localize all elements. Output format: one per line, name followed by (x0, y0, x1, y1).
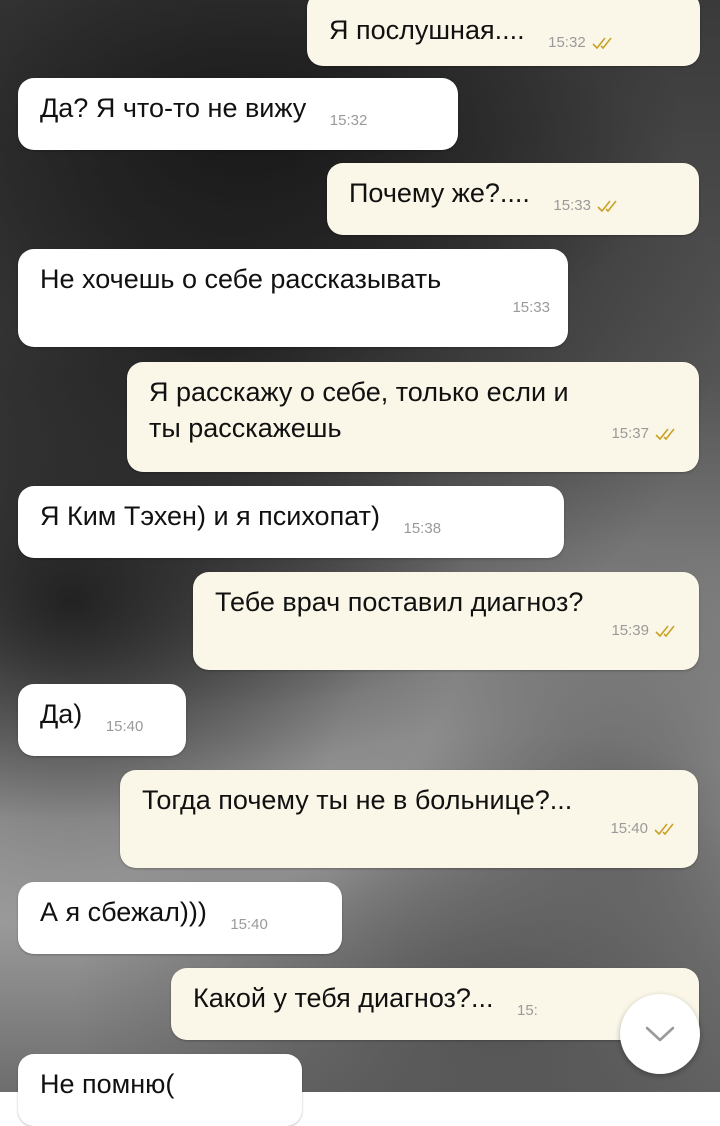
message-bubble-incoming[interactable]: Да? Я что-то не вижу 15:32 (18, 78, 458, 150)
double-check-icon (592, 37, 612, 50)
message-time: 15:40 (105, 718, 144, 735)
message-text: Я Ким Тэхен) и я психопат) (40, 501, 380, 531)
message-meta: 15:33 (553, 188, 623, 224)
message-meta: 15: (517, 993, 538, 1029)
message-meta: 15:40 (230, 907, 268, 943)
chevron-down-icon (645, 1026, 675, 1042)
message-time: 15:40 (230, 916, 268, 933)
double-check-icon (597, 200, 617, 213)
message-time: 15:38 (403, 520, 442, 537)
message-text: Почему же?.... (349, 178, 530, 208)
message-time: 15:32 (329, 112, 368, 129)
message-bubble-outgoing[interactable]: Почему же?.... 15:33 (327, 163, 699, 235)
message-row: Я расскажу о себе, только если и ты расс… (127, 362, 699, 472)
message-meta: 15:32 (548, 25, 618, 61)
message-row: Тебе врач поставил диагноз? 15:39 (193, 572, 699, 670)
message-row: Да? Я что-то не вижу 15:32 (18, 78, 458, 150)
message-text: Не помню( (40, 1069, 175, 1099)
message-text: Тебе врач поставил диагноз? (215, 587, 584, 617)
message-meta: 15:32 (330, 103, 368, 139)
message-list[interactable]: Я послушная.... 15:32 Да? Я что-то не ви… (0, 0, 720, 1126)
double-check-icon (655, 625, 675, 638)
message-bubble-incoming[interactable]: А я сбежал))) 15:40 (18, 882, 342, 954)
message-row: Не хочешь о себе рассказывать 15:33 (18, 249, 568, 347)
message-text-line: Я расскажу о себе, только если и (149, 377, 569, 407)
message-time: 15:33 (512, 299, 550, 316)
message-row: А я сбежал))) 15:40 (18, 882, 342, 954)
message-bubble-outgoing[interactable]: Тебе врач поставил диагноз? 15:39 (193, 572, 699, 670)
message-row: Я Ким Тэхен) и я психопат) 15:38 (18, 486, 564, 558)
message-meta: 15:38 (404, 511, 442, 547)
scroll-to-bottom-button[interactable] (620, 994, 700, 1074)
message-row: Не помню( (18, 1054, 302, 1126)
message-text: Да) (40, 699, 83, 729)
message-row: Я послушная.... 15:32 (307, 0, 700, 66)
message-meta: 15:39 (215, 622, 681, 640)
message-time: 15: (516, 1002, 538, 1019)
message-meta: 15:40 (142, 820, 680, 838)
message-time: 15:40 (610, 820, 648, 837)
message-row: Тогда почему ты не в больнице?... 15:40 (120, 770, 698, 868)
message-time: 15:37 (611, 425, 649, 442)
message-bubble-outgoing[interactable]: Я послушная.... 15:32 (307, 0, 700, 66)
message-text: Я послушная.... (329, 15, 525, 45)
message-time: 15:33 (553, 197, 591, 214)
message-text: А я сбежал))) (40, 897, 207, 927)
message-text: Какой у тебя диагноз?... (193, 983, 494, 1013)
message-row: Почему же?.... 15:33 (327, 163, 699, 235)
message-time: 15:32 (548, 34, 586, 51)
message-text-line: ты расскажешь (149, 413, 342, 443)
double-check-icon (654, 823, 674, 836)
message-bubble-outgoing[interactable]: Я расскажу о себе, только если и ты расс… (127, 362, 699, 472)
message-bubble-incoming[interactable]: Я Ким Тэхен) и я психопат) 15:38 (18, 486, 564, 558)
message-bubble-incoming[interactable]: Не помню( (18, 1054, 302, 1126)
message-text: Не хочешь о себе рассказывать (40, 264, 442, 294)
message-text: Тогда почему ты не в больнице?... (142, 785, 573, 815)
message-bubble-incoming[interactable]: Не хочешь о себе рассказывать 15:33 (18, 249, 568, 347)
message-meta: 15:33 (40, 299, 550, 317)
message-bubble-incoming[interactable]: Да) 15:40 (18, 684, 186, 756)
message-bubble-outgoing[interactable]: Тогда почему ты не в больнице?... 15:40 (120, 770, 698, 868)
message-text: Да? Я что-то не вижу (40, 93, 307, 123)
message-meta: 15:37 (611, 416, 681, 452)
message-time: 15:39 (611, 622, 649, 639)
message-meta: 15:40 (106, 709, 144, 745)
message-row: Да) 15:40 (18, 684, 186, 756)
double-check-icon (655, 428, 675, 441)
